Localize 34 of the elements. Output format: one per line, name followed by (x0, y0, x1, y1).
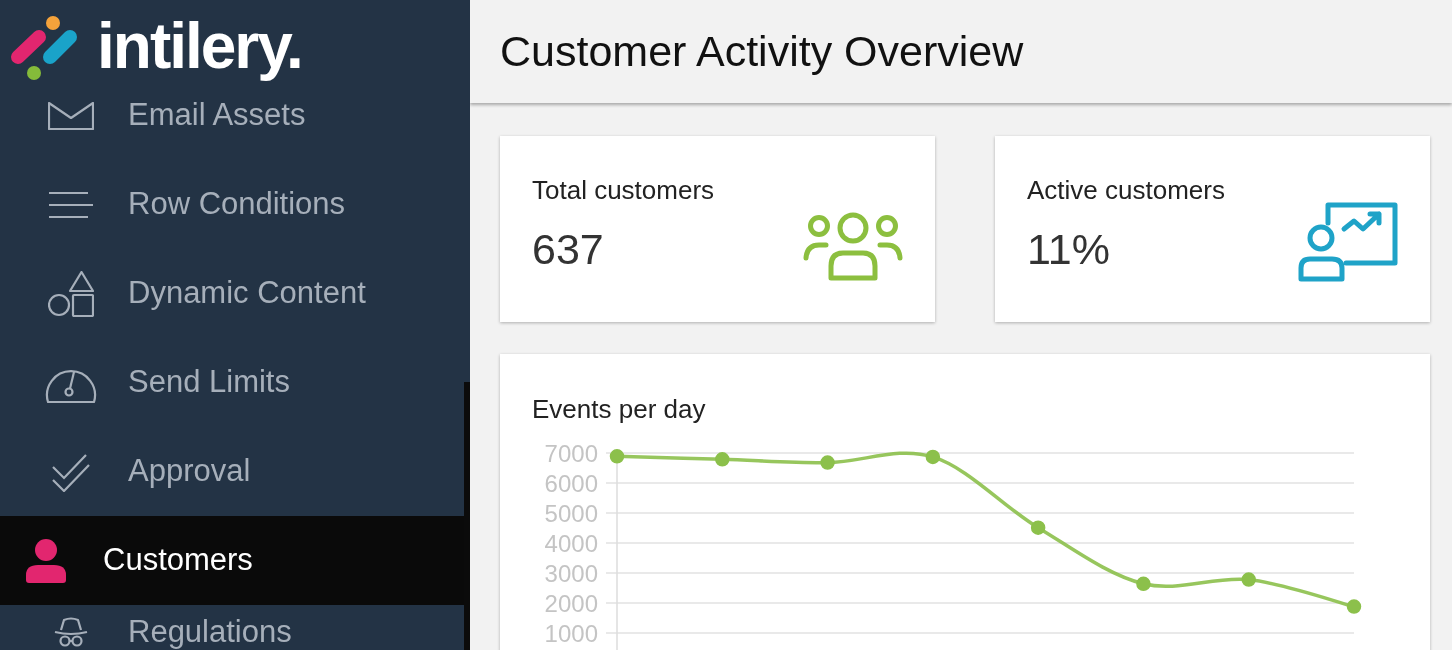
data-point (820, 455, 835, 470)
sidebar-item[interactable]: Dynamic Content (0, 249, 464, 338)
chart-title: Events per day (532, 394, 706, 424)
hat-icon (54, 617, 88, 647)
logo-icon (11, 15, 77, 81)
axis-tick-label: 1000 (544, 619, 598, 647)
axis-tick-label: 2000 (544, 589, 598, 617)
sidebar-item[interactable]: Send Limits (0, 338, 464, 427)
sidebar-item[interactable]: Customers (0, 516, 464, 605)
data-point (1346, 599, 1362, 614)
stat-value: 11% (1027, 228, 1110, 271)
page-title: Customer Activity Overview (500, 27, 1024, 76)
data-point (1136, 576, 1151, 592)
data-point (925, 449, 941, 465)
data-point (715, 452, 730, 467)
stat-value: 637 (532, 228, 604, 271)
axis-tick-label: 7000 (544, 440, 598, 467)
axis-tick-label: 4000 (544, 529, 598, 557)
shapes-icon (48, 270, 94, 317)
axis-tick-label: 6000 (544, 469, 598, 497)
data-point (609, 449, 625, 464)
stat-label: Total customers (532, 176, 715, 204)
stat-label: Active customers (1027, 176, 1225, 204)
sidebar-item[interactable]: Approval (0, 427, 464, 516)
lines-icon (48, 190, 94, 219)
data-point (1030, 520, 1046, 535)
axis-tick-label: 3000 (544, 559, 598, 587)
axis-tick-label: 5000 (544, 499, 598, 527)
data-point (1241, 572, 1256, 587)
scrollbar[interactable] (464, 382, 470, 650)
envelope-icon (48, 101, 94, 130)
person-icon (26, 538, 66, 583)
sidebar-item[interactable]: Row Conditions (0, 160, 464, 249)
sidebar-item[interactable]: Regulations (0, 605, 464, 650)
